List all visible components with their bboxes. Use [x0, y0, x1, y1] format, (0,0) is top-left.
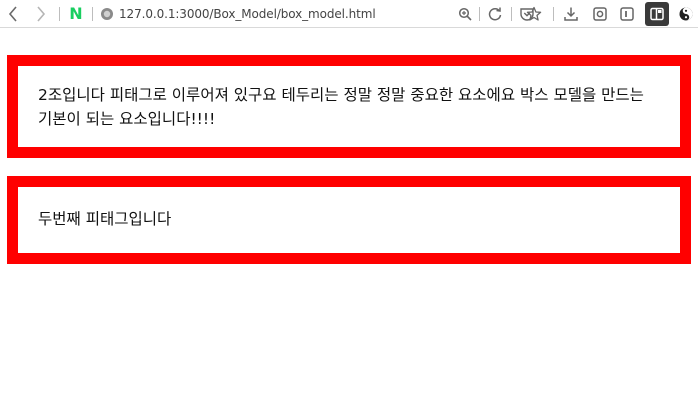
- second-p-box: 두번째 피태그입니다: [7, 176, 691, 264]
- sidebar-icon[interactable]: [645, 2, 669, 26]
- toolbar-divider: [92, 7, 93, 21]
- second-p-text: 두번째 피태그입니다: [38, 210, 172, 228]
- chevron-right-icon[interactable]: [31, 3, 51, 25]
- browser-toolbar: N 127.0.0.1:3000/Box_Model/box_model.htm…: [0, 0, 698, 28]
- chevron-left-icon[interactable]: [3, 3, 23, 25]
- first-p-box: 2조입니다 피태그로 이루어져 있구요 테두리는 정말 정말 중요한 요소에요 …: [7, 55, 691, 158]
- screenshot-icon[interactable]: [589, 3, 611, 25]
- address-bar-url[interactable]: 127.0.0.1:3000/Box_Model/box_model.html: [119, 5, 376, 23]
- site-info-icon[interactable]: [98, 3, 116, 25]
- reload-icon[interactable]: [484, 3, 506, 25]
- reader-icon[interactable]: [616, 3, 638, 25]
- toolbar-divider: [59, 7, 60, 21]
- zoom-icon[interactable]: [455, 3, 475, 25]
- naver-icon[interactable]: N: [68, 5, 84, 23]
- toolbar-divider: [553, 7, 554, 21]
- star-icon-glyph: [523, 3, 545, 25]
- page-content: 2조입니다 피태그로 이루어져 있구요 테두리는 정말 정말 중요한 요소에요 …: [0, 28, 698, 411]
- toolbar-divider: [511, 7, 512, 21]
- download-icon[interactable]: [560, 3, 582, 25]
- profile-icon[interactable]: [676, 3, 696, 25]
- toolbar-divider: [479, 7, 480, 21]
- first-p-text: 2조입니다 피태그로 이루어져 있구요 테두리는 정말 정말 중요한 요소에요 …: [38, 86, 644, 128]
